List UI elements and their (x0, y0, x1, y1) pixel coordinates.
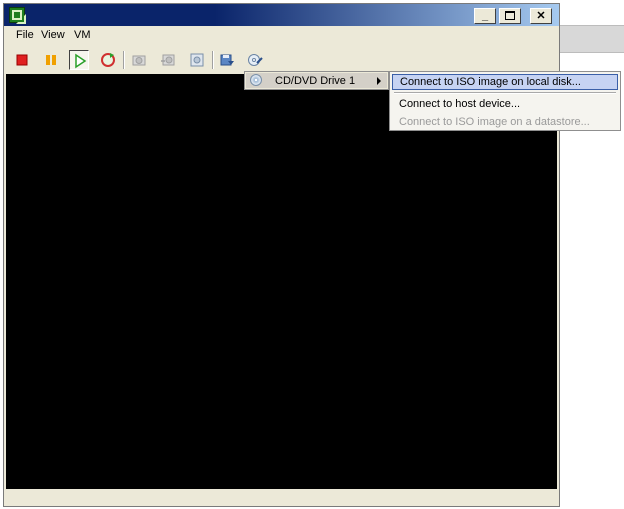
snapshot-manager-button[interactable] (187, 50, 207, 70)
revert-snapshot-button[interactable] (158, 50, 178, 70)
cd-drive-icon (250, 74, 262, 86)
reset-button[interactable] (98, 50, 118, 70)
cd-dvd-menu: CD/DVD Drive 1 (244, 71, 389, 90)
stop-icon (16, 54, 28, 66)
menu-file[interactable]: File (16, 29, 34, 41)
snapshot-icon (132, 55, 146, 66)
connect-floppy-button[interactable] (217, 50, 237, 70)
suspend-button[interactable] (41, 50, 61, 70)
pause-icon (46, 55, 56, 65)
power-off-button[interactable] (12, 50, 32, 70)
menu-bar: File View VM (4, 26, 559, 46)
title-bar[interactable]: _ ✕ (4, 4, 559, 26)
cd-icon (248, 54, 263, 66)
background-app-toolbar (560, 25, 624, 53)
vmware-app-icon (9, 7, 26, 24)
snapshot-button[interactable] (129, 50, 149, 70)
play-icon (75, 53, 87, 69)
menu-vm[interactable]: VM (74, 29, 91, 41)
menu-separator (394, 92, 616, 94)
cd-dvd-drive-item[interactable]: CD/DVD Drive 1 (246, 73, 387, 88)
snapshot-manager-icon (190, 53, 204, 67)
reset-icon (101, 53, 115, 67)
menu-view[interactable]: View (41, 29, 65, 41)
toolbar (4, 46, 559, 73)
cd-dvd-submenu: Connect to ISO image on local disk... Co… (389, 71, 621, 131)
status-bar (4, 491, 559, 506)
connect-iso-datastore-item: Connect to ISO image on a datastore... (399, 116, 590, 128)
cd-dvd-drive-label: CD/DVD Drive 1 (275, 75, 356, 87)
connect-cd-button[interactable] (245, 50, 265, 70)
floppy-icon (220, 54, 234, 66)
maximize-button[interactable] (499, 8, 521, 24)
minimize-button[interactable]: _ (474, 8, 496, 24)
vm-console-screen[interactable] (6, 74, 557, 489)
power-on-button[interactable] (69, 50, 89, 70)
connect-host-device-item[interactable]: Connect to host device... (392, 97, 618, 113)
revert-snapshot-icon (161, 54, 175, 66)
connect-iso-local-item[interactable]: Connect to ISO image on local disk... (392, 74, 618, 90)
submenu-arrow-icon (377, 77, 381, 85)
close-button[interactable]: ✕ (530, 8, 552, 24)
